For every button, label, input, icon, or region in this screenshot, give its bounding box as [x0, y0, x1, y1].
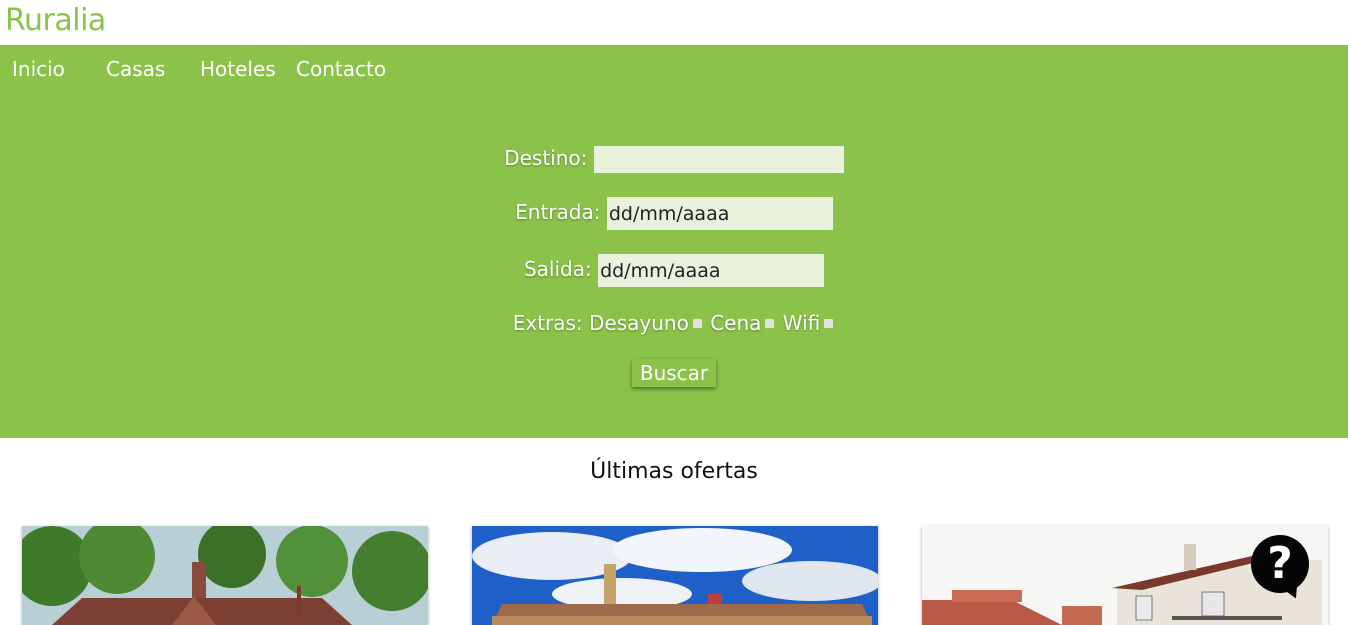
entrada-date-input[interactable] — [606, 197, 833, 230]
site-logo[interactable]: Ruralia — [5, 3, 106, 38]
village-roof-photo — [472, 526, 878, 625]
offer-card-image[interactable] — [472, 526, 878, 625]
offer-card-image[interactable] — [22, 526, 428, 625]
destino-input[interactable] — [593, 146, 844, 173]
cena-label: Cena — [710, 311, 762, 335]
extras-row: Extras: Desayuno Cena Wifi — [0, 311, 1348, 335]
wifi-label: Wifi — [782, 311, 821, 335]
entrada-label: Entrada: — [515, 200, 601, 224]
salida-label: Salida: — [523, 257, 592, 281]
submit-row: Buscar — [0, 359, 1348, 387]
country-manor-photo — [22, 526, 428, 625]
desayuno-checkbox[interactable] — [692, 319, 702, 328]
desayuno-label: Desayuno — [589, 311, 689, 335]
wifi-checkbox[interactable] — [824, 319, 834, 328]
nav-casas[interactable]: Casas — [106, 57, 165, 81]
nav-hoteles[interactable]: Hoteles — [200, 57, 276, 81]
search-hero: Inicio Casas Hoteles Contacto Destino: E… — [0, 45, 1348, 438]
cena-checkbox[interactable] — [765, 319, 775, 328]
offers-title: Últimas ofertas — [590, 459, 758, 484]
entrada-row: Entrada: — [0, 197, 1348, 230]
buscar-button[interactable]: Buscar — [631, 359, 717, 387]
destino-label: Destino: — [504, 146, 588, 170]
salida-row: Salida: — [0, 254, 1348, 287]
nav-contacto[interactable]: Contacto — [296, 57, 386, 81]
help-question-icon[interactable]: ? — [1251, 535, 1309, 593]
destino-row: Destino: — [0, 146, 1348, 173]
salida-date-input[interactable] — [598, 254, 825, 287]
nav-inicio[interactable]: Inicio — [12, 57, 65, 81]
extras-label: Extras: — [512, 311, 583, 335]
